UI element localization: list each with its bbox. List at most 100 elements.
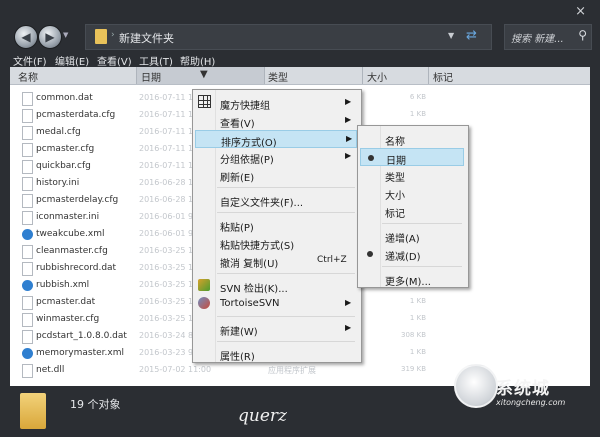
file-name: net.dll [36, 365, 65, 375]
column-type[interactable]: 类型 [268, 69, 288, 84]
file-name: quickbar.cfg [36, 161, 91, 171]
menu-separator [217, 316, 355, 317]
sort_submenu-item[interactable]: 递增(A) [360, 227, 464, 245]
sort-desc-icon: ▼ [200, 69, 208, 80]
sort_submenu-item[interactable]: 标记 [360, 202, 464, 220]
file-size: 319 KB [401, 365, 426, 373]
sort_submenu-item[interactable]: 名称 [360, 130, 464, 148]
menu-separator [217, 187, 355, 188]
file-name: memorymaster.xml [36, 348, 124, 358]
file-name: pcmasterdata.cfg [36, 110, 116, 120]
menu-item-label: 查看(V) [220, 119, 255, 130]
menu-item-label: 魔方快捷组 [220, 101, 270, 112]
column-size[interactable]: 大小 [367, 69, 387, 84]
address-bar[interactable]: › 新建文件夹 ▼ ⇄ [85, 24, 492, 50]
menu-item-label: 自定义文件夹(F)... [220, 198, 304, 209]
refresh-icon[interactable]: ⇄ [466, 28, 477, 43]
search-input[interactable]: 搜索 新建... [511, 30, 564, 45]
column-divider[interactable] [362, 67, 363, 84]
menu-tools[interactable]: 工具(T) [139, 53, 173, 68]
menu-help[interactable]: 帮助(H) [180, 53, 215, 68]
title-bar: × ◀ ▶ ▼ › 新建文件夹 ▼ ⇄ 搜索 新建... ⚲ [0, 0, 600, 52]
address-text[interactable]: 新建文件夹 [119, 30, 174, 46]
column-divider[interactable] [264, 67, 265, 84]
context_menu-item[interactable]: 刷新(E) [195, 166, 357, 184]
file-size: 1 KB [409, 110, 426, 118]
file-icon [22, 126, 33, 140]
grid-icon [198, 95, 211, 108]
column-date[interactable]: 日期 [141, 69, 161, 84]
menu-item-label: SVN 检出(K)... [220, 284, 288, 295]
menu-item-label: 大小 [385, 191, 405, 202]
search-icon[interactable]: ⚲ [578, 28, 587, 42]
context_menu-item[interactable]: 属性(R) [195, 345, 357, 363]
arrow-left-icon: ◀ [21, 30, 31, 44]
chevron-down-icon[interactable]: ▼ [448, 31, 454, 40]
back-button[interactable]: ◀ [14, 25, 38, 49]
file-icon [22, 211, 33, 225]
menu-item-label: 粘贴快捷方式(S) [220, 241, 295, 252]
search-box[interactable]: 搜索 新建... ⚲ [504, 24, 592, 50]
watermark-brand: 系统城 [496, 379, 550, 399]
sort_submenu-item[interactable]: 日期 [360, 148, 464, 167]
menu-item-label: 递增(A) [385, 234, 420, 245]
context_menu-item[interactable]: 新建(W) ▶ [195, 320, 357, 338]
context_menu-item[interactable]: 粘贴快捷方式(S) [195, 234, 357, 252]
menu-view[interactable]: 查看(V) [97, 53, 132, 68]
submenu-arrow-icon: ▶ [345, 151, 352, 160]
file-date: 2015-07-02 11:00 [139, 365, 212, 374]
menu-separator [382, 223, 462, 224]
file-size: 1 KB [409, 348, 426, 356]
file-size: 308 KB [401, 331, 426, 339]
context_menu-item[interactable]: TortoiseSVN ▶ [195, 295, 357, 313]
menu-item-label: 名称 [385, 137, 405, 148]
context_menu-item[interactable]: 自定义文件夹(F)... [195, 191, 357, 209]
column-divider[interactable] [428, 67, 429, 84]
file-icon [22, 262, 33, 276]
context_menu-item[interactable]: 撤消 复制(U) Ctrl+Z [195, 252, 357, 270]
file-name: pcmaster.dat [36, 297, 96, 307]
context_menu-item[interactable]: 排序方式(O) ▶ [195, 130, 357, 149]
menu-item-label: 类型 [385, 173, 405, 184]
file-icon [22, 245, 33, 259]
folder-icon [95, 29, 107, 44]
sort_submenu-item[interactable]: 更多(M)... [360, 270, 464, 288]
context_menu-item[interactable]: 查看(V) ▶ [195, 112, 357, 130]
context_menu-item[interactable]: 分组依据(P) ▶ [195, 148, 357, 166]
submenu-arrow-icon: ▶ [345, 323, 352, 332]
menu-item-label: 属性(R) [220, 352, 255, 363]
radio-dot-icon [368, 155, 374, 161]
menu-item-label: 标记 [385, 209, 405, 220]
forward-button[interactable]: ▶ [38, 25, 62, 49]
sort-submenu: 名称 日期类型大小标记递增(A) 递减(D) 更多(M)... [357, 125, 469, 288]
shortcut-label: Ctrl+Z [317, 255, 347, 265]
radio-dot-icon [367, 251, 373, 257]
tortoisesvn-icon [198, 297, 210, 309]
column-tags[interactable]: 标记 [433, 69, 453, 84]
signature-watermark: querz [238, 406, 287, 426]
arrow-right-icon: ▶ [45, 30, 55, 44]
breadcrumb-separator-icon[interactable]: › [111, 30, 115, 40]
file-icon [22, 313, 33, 327]
file-name: rubbish.xml [36, 280, 90, 290]
context_menu-item[interactable]: SVN 检出(K)... [195, 277, 357, 295]
context_menu-item[interactable]: 魔方快捷组 ▶ [195, 94, 357, 112]
history-dropdown-icon[interactable]: ▼ [63, 31, 68, 39]
sort_submenu-item[interactable]: 大小 [360, 184, 464, 202]
menu-edit[interactable]: 编辑(E) [55, 53, 89, 68]
file-size: 1 KB [409, 314, 426, 322]
sort_submenu-item[interactable]: 类型 [360, 166, 464, 184]
menu-item-label: 分组依据(P) [220, 155, 274, 166]
menu-file[interactable]: 文件(F) [13, 53, 47, 68]
xml-icon [22, 280, 33, 291]
column-name[interactable]: 名称 [18, 69, 38, 84]
file-name: cleanmaster.cfg [36, 246, 108, 256]
file-size: 1 KB [409, 297, 426, 305]
close-icon[interactable]: × [575, 4, 586, 19]
context_menu-item[interactable]: 粘贴(P) [195, 216, 357, 234]
sort_submenu-item[interactable]: 递减(D) [360, 245, 464, 263]
menu-item-label: 撤消 复制(U) [220, 259, 279, 270]
menu-item-label: 刷新(E) [220, 173, 255, 184]
column-divider[interactable] [136, 67, 137, 84]
file-name: history.ini [36, 178, 80, 188]
